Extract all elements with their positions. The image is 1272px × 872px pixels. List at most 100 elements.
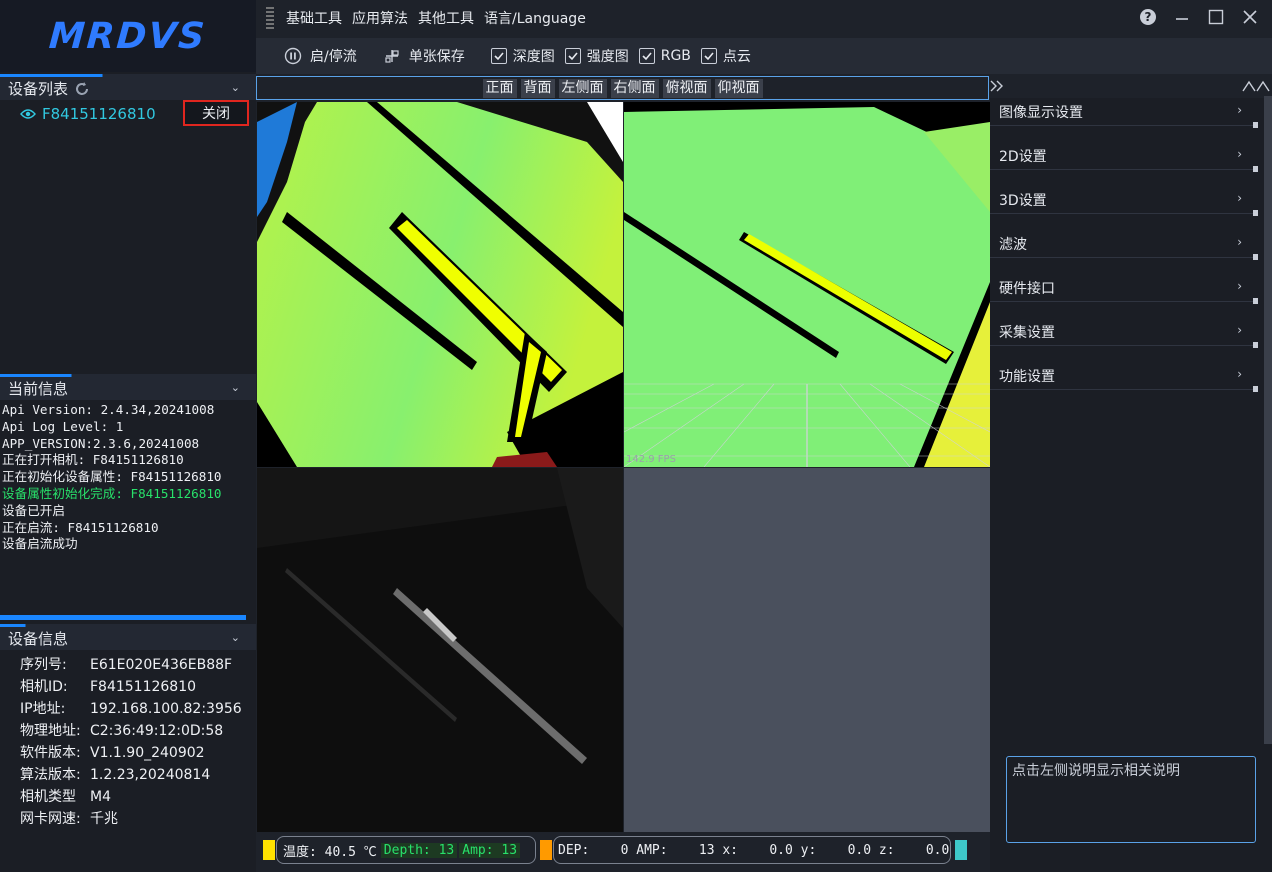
temperature-status: 温度: 40.5 ℃ Depth: 13 Amp: 13: [276, 836, 536, 864]
empty-view: [624, 468, 990, 832]
settings-item[interactable]: 采集设置 ›: [990, 318, 1258, 348]
device-info-header[interactable]: 设备信息 ⌄: [0, 624, 256, 650]
device-info-value: V1.1.90_240902: [90, 745, 205, 761]
menu-app-algorithms[interactable]: 应用算法: [352, 8, 408, 28]
checkbox-label: 强度图: [586, 49, 629, 65]
chevron-right-icon: ›: [1237, 323, 1242, 337]
settings-item[interactable]: 滤波 ›: [990, 230, 1258, 260]
close-window-button[interactable]: [1240, 7, 1260, 27]
menu-other-tools[interactable]: 其他工具: [418, 8, 474, 28]
device-info-value: M4: [90, 789, 111, 805]
settings-item-label: 3D设置: [999, 192, 1047, 209]
eye-icon[interactable]: [20, 108, 36, 120]
collapse-right-icon[interactable]: [990, 79, 1004, 93]
device-info-value: F84151126810: [90, 679, 197, 695]
amp-count: Amp: 13: [459, 842, 521, 858]
log-line: Api Log Level: 1: [2, 418, 124, 434]
device-info-key: 网卡网速:: [20, 811, 81, 827]
view-button[interactable]: 背面: [520, 78, 555, 98]
checkmark-icon[interactable]: [490, 48, 507, 64]
device-info-row: 算法版本: 1.2.23,20240814: [20, 764, 254, 786]
help-button[interactable]: ?: [1138, 7, 1158, 27]
device-list-item[interactable]: F84151126810 关闭: [20, 100, 252, 126]
device-list-title: 设备列表: [8, 80, 69, 98]
stream-toggle-button[interactable]: 启/停流: [284, 46, 357, 66]
status-indicator-yellow: [263, 840, 275, 860]
checkmark-icon[interactable]: [564, 48, 581, 64]
settings-item-label: 硬件接口: [999, 280, 1055, 297]
view-button[interactable]: 正面: [482, 78, 517, 98]
device-info-key: 相机ID:: [20, 679, 68, 695]
settings-item[interactable]: 2D设置 ›: [990, 142, 1258, 172]
title-bar: 基础工具 应用算法 其他工具 语言/Language ?: [256, 0, 1272, 36]
temperature-label: 温度: 40.5 ℃: [283, 844, 377, 860]
log-line: 正在启流: F84151126810: [2, 519, 159, 535]
device-info-row: IP地址: 192.168.100.82:3956: [20, 698, 254, 720]
device-info-title: 设备信息: [8, 630, 69, 648]
device-info-key: 相机类型: [20, 789, 76, 805]
chevron-down-icon[interactable]: ⌄: [231, 381, 240, 394]
device-list-header[interactable]: 设备列表 ⌄: [0, 74, 256, 100]
chevron-down-icon[interactable]: ⌄: [231, 631, 240, 644]
device-info-value: 千兆: [90, 811, 118, 827]
minimize-button[interactable]: [1172, 7, 1192, 27]
close-device-button[interactable]: 关闭: [183, 100, 249, 126]
settings-item-label: 图像显示设置: [999, 104, 1083, 121]
checkbox-0[interactable]: 深度图: [490, 46, 555, 66]
device-info-key: 序列号:: [20, 657, 67, 673]
maximize-button[interactable]: [1206, 7, 1226, 27]
pixel-readout: DEP: 0 AMP: 13 x: 0.0 y: 0.0 z: 0.0: [553, 836, 951, 864]
stream-toggle-label: 启/停流: [310, 49, 357, 65]
app-logo: MRDVS: [0, 0, 256, 72]
checkbox-3[interactable]: 点云: [700, 46, 751, 66]
device-info-row: 软件版本: V1.1.90_240902: [20, 742, 254, 764]
view-button[interactable]: 右侧面: [610, 78, 659, 98]
device-info-row: 相机ID: F84151126810: [20, 676, 254, 698]
checkmark-icon[interactable]: [700, 48, 717, 64]
help-icon: ?: [1140, 9, 1156, 25]
single-save-button[interactable]: 单张保存: [383, 46, 465, 66]
log-line: 设备属性初始化完成: F84151126810: [2, 485, 222, 501]
status-indicator-cyan: [955, 840, 967, 860]
log-line: 正在初始化设备属性: F84151126810: [2, 469, 222, 485]
current-info-header[interactable]: 当前信息 ⌄: [0, 374, 256, 400]
device-info-value: 192.168.100.82:3956: [90, 701, 242, 717]
settings-item[interactable]: 硬件接口 ›: [990, 274, 1258, 304]
right-panel-header: [990, 76, 1272, 98]
left-panel: MRDVS 设备列表 ⌄ F84151126810 关闭 当前信息 ⌄ Api …: [0, 0, 256, 872]
view-button[interactable]: 左侧面: [558, 78, 607, 98]
device-info-value: 1.2.23,20240814: [90, 767, 211, 783]
save-frame-icon: [385, 50, 399, 63]
checkmark-icon[interactable]: [638, 48, 655, 64]
device-id[interactable]: F84151126810: [42, 105, 156, 123]
chevron-right-icon: ›: [1237, 147, 1242, 161]
settings-item-label: 采集设置: [999, 324, 1055, 341]
point-cloud-view[interactable]: [624, 102, 990, 467]
settings-scrollbar[interactable]: [1264, 96, 1272, 744]
chevron-right-icon: ›: [1237, 279, 1242, 293]
menu-basic-tools[interactable]: 基础工具: [286, 8, 342, 28]
settings-item[interactable]: 图像显示设置 ›: [990, 98, 1258, 128]
depth-image-view[interactable]: [257, 102, 623, 467]
settings-item-label: 滤波: [999, 236, 1027, 253]
maximize-icon: [1208, 9, 1224, 25]
device-info-row: 序列号: E61E020E436EB88F: [20, 654, 254, 676]
chevron-right-icon: ›: [1237, 191, 1242, 205]
status-indicator-orange: [540, 840, 552, 860]
collapse-all-icon[interactable]: [1242, 79, 1270, 93]
menu-language[interactable]: 语言/Language: [484, 8, 586, 28]
view-button[interactable]: 俯视面: [662, 78, 711, 98]
checkbox-1[interactable]: 强度图: [564, 46, 629, 66]
refresh-icon[interactable]: [74, 81, 90, 97]
checkbox-label: 点云: [722, 49, 751, 65]
log-line: 设备已开启: [2, 502, 65, 518]
settings-item[interactable]: 功能设置 ›: [990, 362, 1258, 392]
drag-grip-icon[interactable]: [266, 7, 274, 29]
chevron-down-icon[interactable]: ⌄: [231, 81, 240, 94]
settings-item[interactable]: 3D设置 ›: [990, 186, 1258, 216]
view-button[interactable]: 仰视面: [714, 78, 763, 98]
intensity-image-view[interactable]: [257, 468, 623, 832]
device-info-row: 网卡网速: 千兆: [20, 808, 254, 830]
device-info-key: 软件版本:: [20, 745, 81, 761]
checkbox-2[interactable]: RGB: [638, 46, 691, 66]
